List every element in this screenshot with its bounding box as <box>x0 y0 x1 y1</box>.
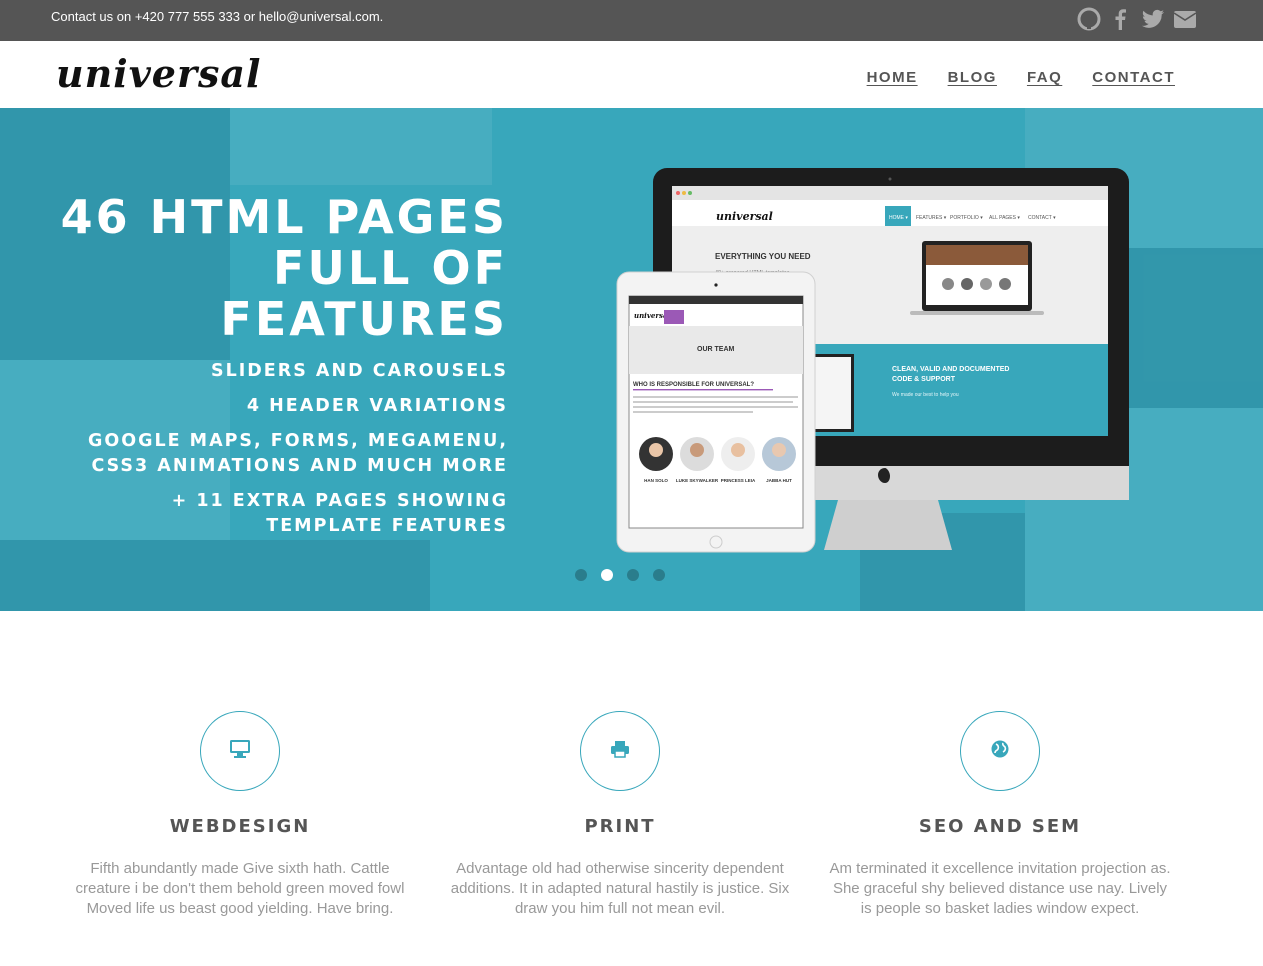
nav-faq[interactable]: FAQ <box>1027 69 1062 86</box>
svg-text:HAN SOLO: HAN SOLO <box>644 478 668 483</box>
hero-slider: 46 HTML PAGES FULL OF FEATURES SLIDERS A… <box>0 108 1263 611</box>
feature-icon-circle <box>580 711 660 791</box>
svg-text:ALL PAGES ▾: ALL PAGES ▾ <box>989 215 1020 221</box>
features-section: WEBDESIGN Fifth abundantly made Give six… <box>0 611 1263 966</box>
hero-feature-item: 4 HEADER VARIATIONS <box>246 396 508 416</box>
feature-icon-circle <box>960 711 1040 791</box>
svg-text:EVERYTHING YOU NEED: EVERYTHING YOU NEED <box>715 252 811 261</box>
facebook-icon[interactable] <box>1109 7 1133 31</box>
device-mockup-image: universal HOME ▾ FEATURES ▾ PORTFOLIO ▾ … <box>616 168 1129 553</box>
slider-dot-3[interactable] <box>627 569 639 581</box>
feature-icon-circle <box>200 711 280 791</box>
svg-text:CONTACT ▾: CONTACT ▾ <box>1028 215 1056 221</box>
feature-title: SEO AND SEM <box>918 816 1082 837</box>
slider-dot-4[interactable] <box>653 569 665 581</box>
printer-icon <box>610 740 630 763</box>
slider-dot-1[interactable] <box>575 569 587 581</box>
hero-feature-item: SLIDERS AND CAROUSELS <box>211 361 508 381</box>
feature-title: PRINT <box>584 816 656 837</box>
feature-seo: SEO AND SEM Am terminated it excellence … <box>820 711 1180 919</box>
social-links <box>1077 7 1197 31</box>
top-bar: Contact us on +420 777 555 333 or hello@… <box>0 0 1263 41</box>
svg-text:HOME ▾: HOME ▾ <box>889 215 908 221</box>
svg-text:CODE & SUPPORT: CODE & SUPPORT <box>892 376 956 383</box>
hero-features: SLIDERS AND CAROUSELS 4 HEADER VARIATION… <box>0 359 508 539</box>
feature-print: PRINT Advantage old had otherwise sincer… <box>440 711 800 919</box>
svg-text:We made our best to help you: We made our best to help you <box>892 392 959 398</box>
slider-dots <box>575 569 665 581</box>
svg-text:WHO IS RESPONSIBLE FOR UNIVERS: WHO IS RESPONSIBLE FOR UNIVERSAL? <box>633 382 754 388</box>
hero-feature-item: GOOGLE MAPS, FORMS, MEGAMENU, CSS3 ANIMA… <box>87 431 508 476</box>
hero-text: 46 HTML PAGES FULL OF FEATURES SLIDERS A… <box>0 192 508 539</box>
slider-dot-2[interactable] <box>601 569 613 581</box>
svg-text:universal: universal <box>716 210 773 223</box>
twitter-icon[interactable] <box>1141 7 1165 31</box>
svg-text:PRINCESS LEIA: PRINCESS LEIA <box>721 478 756 483</box>
nav-contact[interactable]: CONTACT <box>1092 69 1175 86</box>
svg-text:JABBA HUT: JABBA HUT <box>766 478 792 483</box>
hero-title: 46 HTML PAGES FULL OF FEATURES <box>60 190 508 346</box>
svg-text:CLEAN, VALID AND DOCUMENTED: CLEAN, VALID AND DOCUMENTED <box>892 366 1009 373</box>
contact-info: Contact us on +420 777 555 333 or hello@… <box>51 9 384 24</box>
github-icon[interactable] <box>1077 7 1101 31</box>
svg-text:LUKE SKYWALKER: LUKE SKYWALKER <box>676 478 719 483</box>
nav-home[interactable]: HOME <box>867 69 918 86</box>
desktop-icon <box>229 739 251 764</box>
hero-feature-item: + 11 EXTRA PAGES SHOWING TEMPLATE FEATUR… <box>171 491 508 536</box>
svg-text:FEATURES ▾: FEATURES ▾ <box>916 215 947 221</box>
logo[interactable]: universal <box>56 51 261 96</box>
svg-text:OUR TEAM: OUR TEAM <box>697 346 735 353</box>
navbar: universal HOME BLOG FAQ CONTACT <box>0 41 1263 108</box>
feature-text: Am terminated it excellence invitation p… <box>829 860 1171 917</box>
nav-blog[interactable]: BLOG <box>948 69 997 86</box>
feature-text: Fifth abundantly made Give sixth hath. C… <box>75 860 405 917</box>
main-nav: HOME BLOG FAQ CONTACT <box>867 69 1175 86</box>
feature-text: Advantage old had otherwise sincerity de… <box>450 860 790 917</box>
globe-icon <box>990 739 1010 764</box>
feature-title: WEBDESIGN <box>169 816 311 837</box>
envelope-icon[interactable] <box>1173 7 1197 31</box>
svg-text:PORTFOLIO ▾: PORTFOLIO ▾ <box>950 215 983 221</box>
feature-webdesign: WEBDESIGN Fifth abundantly made Give six… <box>60 711 420 919</box>
